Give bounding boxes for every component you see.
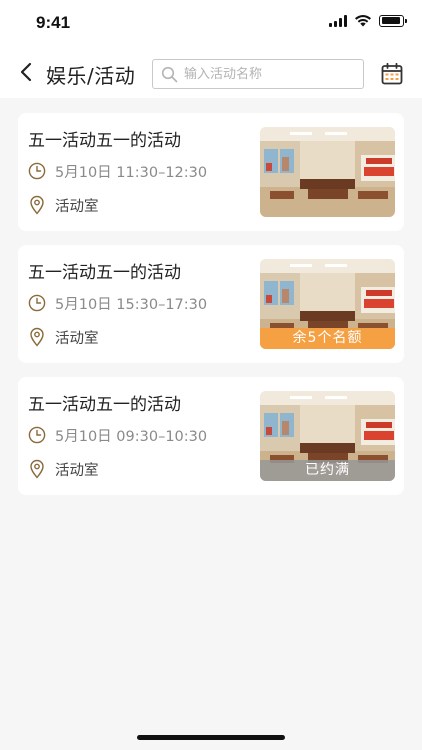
status-icons (329, 14, 407, 27)
activity-time: 5月10日 15:30–17:30 (55, 296, 208, 313)
activity-location: 活动室 (55, 198, 99, 215)
search-input[interactable] (184, 64, 354, 84)
clock-icon (28, 294, 46, 312)
fully-booked-badge: 已约满 (260, 460, 395, 481)
back-arrow-icon[interactable] (16, 60, 38, 84)
activity-title: 五一活动五一的活动 (28, 395, 181, 415)
search-box[interactable] (152, 59, 364, 89)
location-pin-icon (30, 459, 44, 479)
page-title: 娱乐/活动 (46, 64, 136, 88)
activity-time: 5月10日 11:30–12:30 (55, 164, 208, 181)
calendar-icon[interactable] (380, 62, 404, 86)
activity-title: 五一活动五一的活动 (28, 131, 181, 151)
location-pin-icon (30, 195, 44, 215)
clock-icon (28, 162, 46, 180)
activity-card[interactable]: 五一活动五一的活动 5月10日 11:30–12:30 活动室 (18, 113, 404, 231)
activity-time: 5月10日 09:30–10:30 (55, 428, 208, 445)
clock-icon (28, 426, 46, 444)
activity-thumbnail: 余5个名额 (260, 259, 395, 349)
wifi-icon (355, 15, 371, 27)
nav-header: 娱乐/活动 (0, 46, 422, 98)
home-indicator[interactable] (137, 735, 285, 740)
activity-title: 五一活动五一的活动 (28, 263, 181, 283)
activity-thumbnail (260, 127, 395, 217)
status-bar: 9:41 (0, 0, 422, 46)
slots-remaining-badge: 余5个名额 (260, 328, 395, 349)
battery-icon (379, 14, 407, 27)
location-pin-icon (30, 327, 44, 347)
status-time: 9:41 (36, 13, 71, 32)
search-icon (161, 66, 178, 83)
activity-location: 活动室 (55, 330, 99, 347)
activity-location: 活动室 (55, 462, 99, 479)
cellular-signal-icon (329, 14, 347, 27)
activity-card[interactable]: 五一活动五一的活动 5月10日 15:30–17:30 活动室 余5个名额 (18, 245, 404, 363)
activity-card[interactable]: 五一活动五一的活动 5月10日 09:30–10:30 活动室 已约满 (18, 377, 404, 495)
activity-thumbnail: 已约满 (260, 391, 395, 481)
